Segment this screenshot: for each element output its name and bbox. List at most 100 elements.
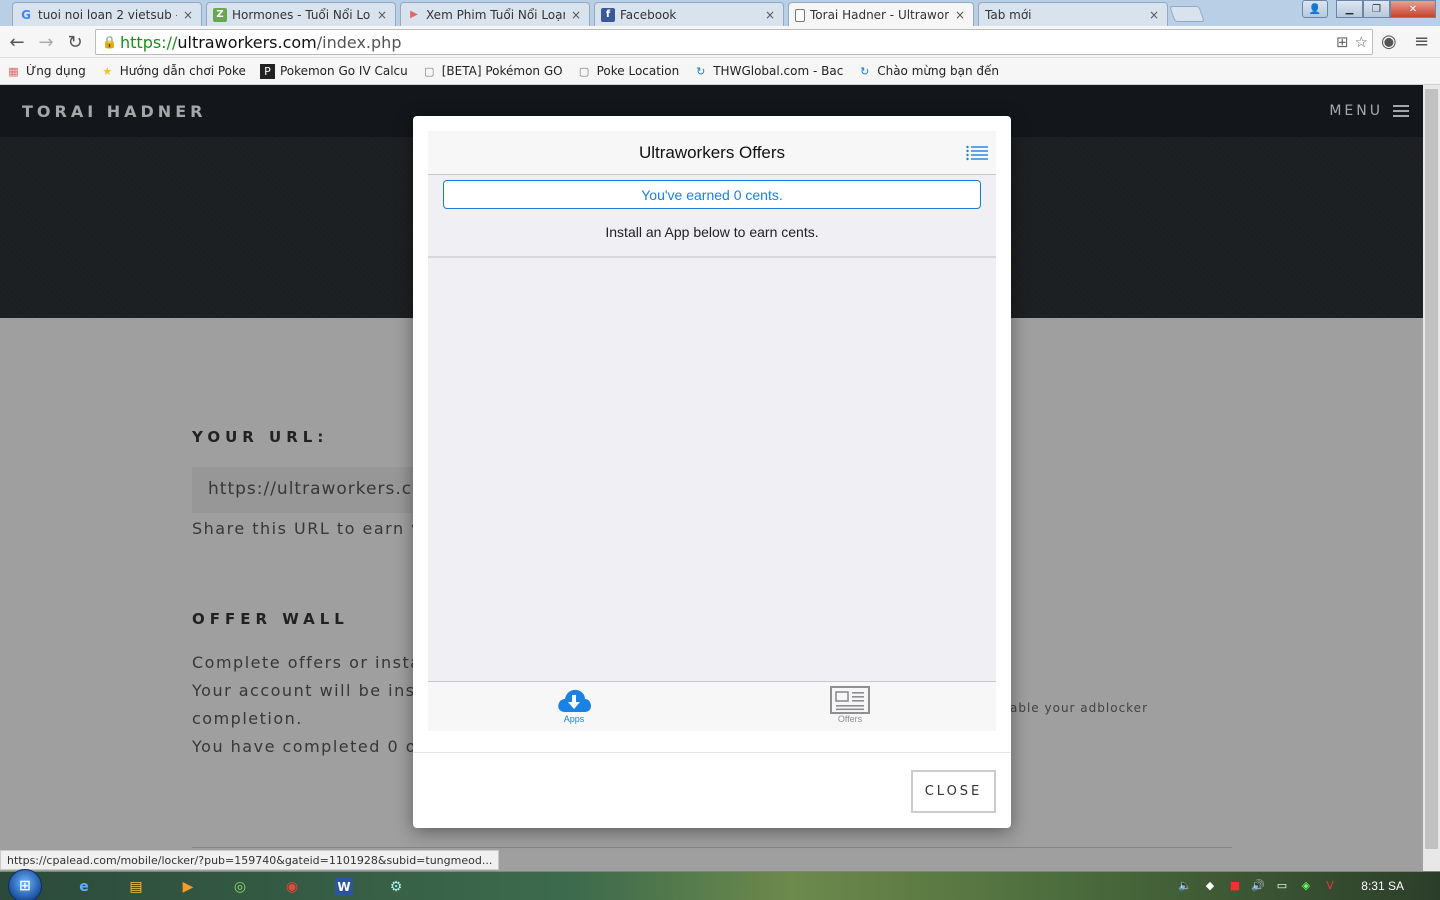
bookmark-label: Pokemon Go IV Calcu: [279, 64, 408, 78]
restore-button[interactable]: ❐: [1363, 0, 1390, 18]
tab-torai-hadner[interactable]: Torai Hadner - Ultraworke ×: [788, 2, 974, 27]
word-icon[interactable]: W: [335, 878, 353, 896]
tab-new[interactable]: Tab mới ×: [978, 2, 1168, 26]
google-icon: G: [21, 7, 31, 22]
windows-taskbar: ⊞ e ▤ ▶ ◎ ◉ W ⚙ 🔈 ◆ ■ 🔊 ▭ ◈ V 8:31 SA: [0, 869, 1440, 900]
window-close-button[interactable]: ✕: [1390, 0, 1436, 18]
bookmark-label: [BETA] Pokémon GO: [441, 64, 563, 78]
bookmark-apps[interactable]: ▦ Ứng dụng: [6, 64, 86, 79]
bookmark-pokemon-iv[interactable]: P Pokemon Go IV Calcu: [259, 63, 408, 79]
cloud-download-icon: [558, 689, 591, 712]
omnibox-actions: ⊞ ☆: [1336, 33, 1368, 51]
internet-explorer-icon[interactable]: e: [64, 875, 104, 899]
tray-app-icon[interactable]: ◆: [1202, 877, 1218, 893]
tray-app-icon[interactable]: ◈: [1298, 877, 1314, 893]
pokemon-icon: P: [259, 63, 275, 79]
facebook-icon: f: [601, 7, 615, 22]
apps-grid-icon: ▦: [8, 64, 19, 78]
tray-app-icon[interactable]: ■: [1227, 877, 1243, 893]
address-bar[interactable]: 🔒 https://ultraworkers.com/index.php ⊞ ☆: [95, 29, 1373, 55]
file-explorer-icon[interactable]: ▤: [116, 875, 156, 899]
tab-close-icon[interactable]: ×: [181, 8, 195, 22]
bookmark-huong-dan[interactable]: ★ Hướng dẫn chơi Poke: [100, 64, 246, 79]
status-bar: https://cpalead.com/mobile/locker/?pub=1…: [0, 850, 500, 870]
tab-google-search[interactable]: G tuoi noi loan 2 vietsub - T ×: [12, 2, 202, 26]
tab-offers-label: Offers: [837, 714, 863, 724]
offers-modal: Ultraworkers Offers You've earned 0 cent…: [413, 116, 1011, 828]
tab-close-icon[interactable]: ×: [1147, 8, 1161, 22]
refresh-logo-icon: ↻: [696, 64, 706, 78]
tab-title: Hormones - Tuổi Nổi Loạn: [232, 7, 371, 22]
tab-offers[interactable]: Offers: [810, 686, 890, 724]
page-icon: [795, 8, 805, 22]
address-url: https://ultraworkers.com/index.php: [120, 32, 402, 52]
tab-title: Tab mới: [985, 7, 1032, 22]
offer-frame: Ultraworkers Offers You've earned 0 cent…: [428, 131, 996, 731]
tab-close-icon[interactable]: ×: [763, 8, 777, 22]
bookmark-label: Ứng dụng: [26, 64, 86, 78]
bookmark-label: Hướng dẫn chơi Poke: [119, 64, 246, 78]
newspaper-icon: [830, 686, 870, 714]
bookmark-label: Poke Location: [596, 64, 680, 78]
bookmark-beta-pokemon[interactable]: ▢ [BETA] Pokémon GO: [422, 64, 563, 79]
forward-arrow-icon[interactable]: →: [35, 31, 57, 53]
scrollbar-thumb[interactable]: [1425, 89, 1438, 849]
earned-badge: You've earned 0 cents.: [443, 180, 981, 209]
reload-icon[interactable]: ↻: [64, 31, 86, 53]
modal-divider: [413, 752, 1011, 753]
star-badge-icon: ★: [102, 64, 113, 78]
tab-strip: G tuoi noi loan 2 vietsub - T × Z Hormon…: [0, 0, 1440, 27]
tab-hormones[interactable]: Z Hormones - Tuổi Nổi Loạn ×: [206, 2, 396, 26]
bookmark-poke-location[interactable]: ▢ Poke Location: [577, 64, 680, 79]
start-button[interactable]: ⊞: [8, 869, 42, 900]
lock-icon: 🔒: [102, 35, 117, 49]
tab-apps-label: Apps: [563, 714, 585, 724]
antivirus-icon[interactable]: V: [1322, 877, 1338, 893]
chrome-menu-icon[interactable]: ≡: [1414, 31, 1429, 52]
minimize-button[interactable]: ▁: [1336, 0, 1363, 18]
extension-globe-icon[interactable]: ◉: [1381, 31, 1397, 52]
tab-facebook[interactable]: f Facebook ×: [594, 2, 784, 26]
offer-separator: [428, 256, 996, 258]
new-tab-button[interactable]: [1169, 6, 1205, 22]
install-instruction: Install an App below to earn cents.: [605, 224, 819, 240]
media-player-icon[interactable]: ▶: [168, 875, 208, 899]
bookmarks-bar: ▦ Ứng dụng ★ Hướng dẫn chơi Poke P Pokemon …: [0, 58, 1440, 85]
z-icon: Z: [213, 7, 227, 22]
offer-header: Ultraworkers Offers: [428, 131, 996, 175]
tab-title: Torai Hadner - Ultraworke: [810, 8, 949, 22]
page-scrollbar[interactable]: [1423, 85, 1440, 871]
chrome-icon[interactable]: ◉: [272, 875, 312, 899]
utility-app-icon[interactable]: ◎: [220, 875, 260, 899]
network-icon[interactable]: ▭: [1274, 877, 1290, 893]
tab-xem-phim[interactable]: ▶ Xem Phim Tuổi Nổi Loạn 2 ×: [400, 2, 590, 26]
taskbar-clock[interactable]: 8:31 SA: [1361, 879, 1404, 893]
tab-apps[interactable]: Apps: [534, 686, 614, 724]
bookmark-label: Chào mừng bạn đến: [877, 64, 1000, 78]
offer-tab-bar: Apps Offers: [428, 681, 996, 731]
window-controls: 👤 ▁ ❐ ✕: [1302, 0, 1436, 18]
refresh-logo-icon: ↻: [860, 64, 870, 78]
close-button[interactable]: CLOSE: [911, 770, 996, 813]
offer-title: Ultraworkers Offers: [638, 142, 786, 162]
bookmark-chao-mung[interactable]: ↻ Chào mừng bạn đến: [857, 64, 999, 79]
user-profile-icon[interactable]: 👤: [1302, 0, 1328, 18]
tab-title: Facebook: [620, 7, 677, 22]
volume-icon[interactable]: 🔊: [1250, 877, 1266, 893]
film-icon: ▶: [410, 9, 418, 20]
tab-title: Xem Phim Tuổi Nổi Loạn 2: [426, 7, 565, 22]
translate-icon[interactable]: ⊞: [1336, 33, 1349, 51]
back-arrow-icon[interactable]: ←: [6, 31, 28, 53]
bookmark-star-icon[interactable]: ☆: [1355, 33, 1368, 51]
tab-close-icon[interactable]: ×: [953, 8, 967, 22]
browser-toolbar: ← → ↻ 🔒 https://ultraworkers.com/index.p…: [0, 26, 1440, 58]
tab-close-icon[interactable]: ×: [375, 8, 389, 22]
page-icon: ▢: [578, 64, 590, 78]
bookmark-thwglobal[interactable]: ↻ THWGlobal.com - Bac: [693, 64, 843, 79]
network-app-icon[interactable]: ⚙: [376, 875, 416, 899]
page-icon: ▢: [424, 64, 435, 78]
tab-close-icon[interactable]: ×: [569, 8, 583, 22]
speaker-mute-icon[interactable]: 🔈: [1177, 877, 1193, 893]
list-menu-icon[interactable]: [966, 145, 988, 161]
tab-title: tuoi noi loan 2 vietsub - T: [38, 7, 177, 22]
